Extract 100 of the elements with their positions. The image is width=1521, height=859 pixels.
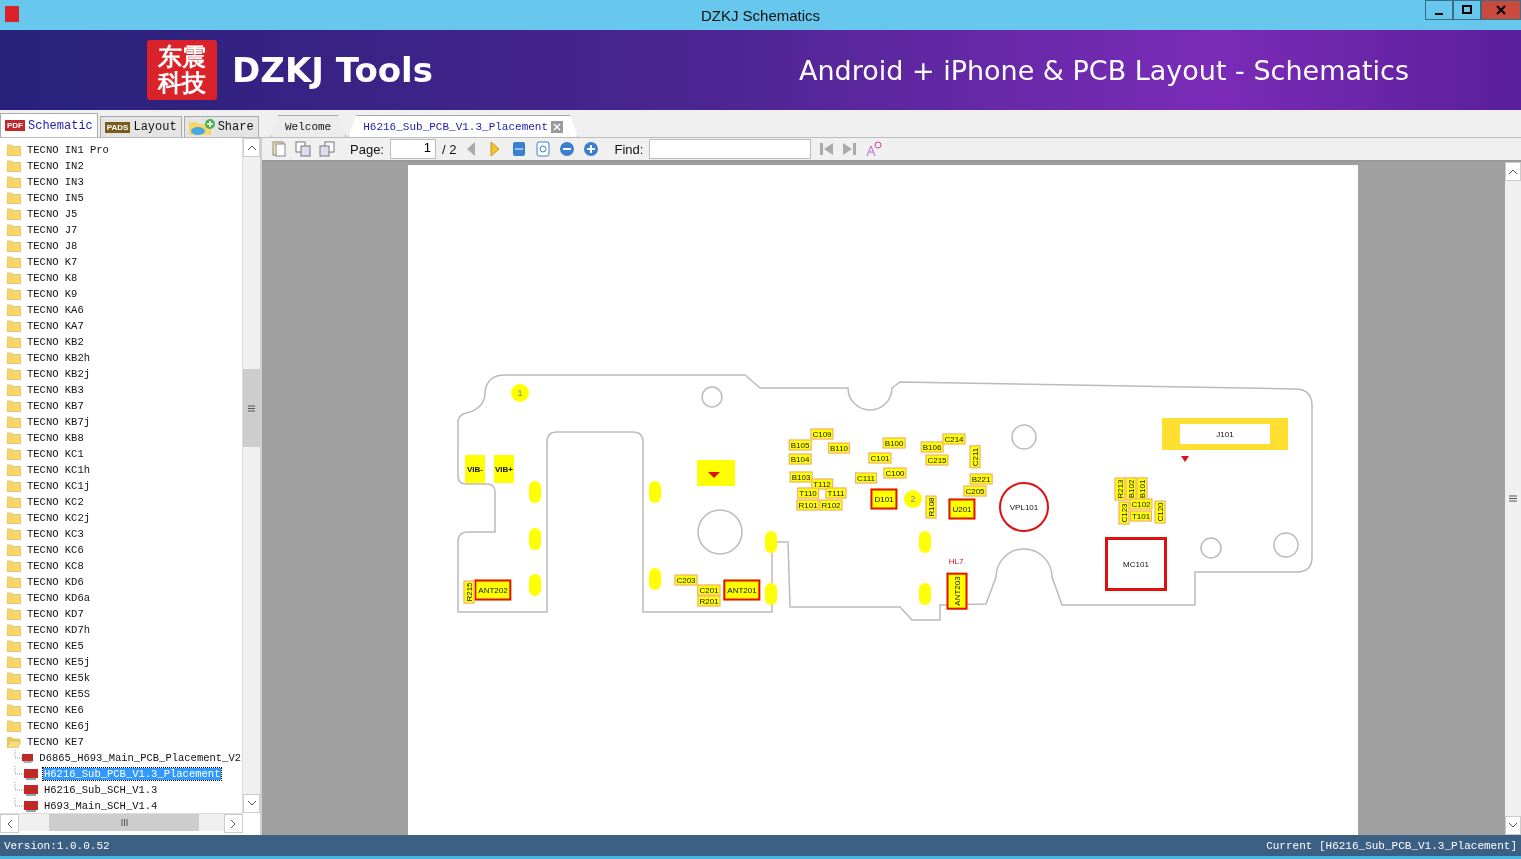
page-label: Page: bbox=[350, 141, 384, 157]
tree-item[interactable]: TECNO KA6 bbox=[26, 304, 85, 316]
grip-icon[interactable] bbox=[248, 404, 255, 412]
chevron-right-icon[interactable] bbox=[231, 819, 236, 828]
tree-item[interactable]: TECNO IN1 Pro bbox=[26, 144, 110, 156]
zoom-in-icon[interactable] bbox=[582, 140, 601, 158]
component-pad: C100 bbox=[883, 467, 907, 479]
grip-icon[interactable] bbox=[120, 819, 128, 826]
close-tab-icon[interactable] bbox=[551, 120, 564, 133]
font-size-icon[interactable] bbox=[865, 140, 884, 158]
tree-item[interactable]: TECNO KC2j bbox=[26, 512, 91, 524]
document-tab[interactable]: H6216_Sub_PCB_V1.3_Placement bbox=[348, 115, 579, 137]
tree-item[interactable]: TECNO K9 bbox=[26, 288, 79, 300]
tree-item[interactable]: TECNO KD6a bbox=[26, 592, 91, 604]
component-footprint: D101 bbox=[870, 488, 898, 510]
tree-line bbox=[14, 782, 24, 791]
component-pad: C205 bbox=[963, 485, 987, 497]
tree-item[interactable]: TECNO J7 bbox=[26, 224, 79, 236]
tree-item[interactable]: TECNO KC2 bbox=[26, 496, 85, 508]
document-tab[interactable]: Welcome bbox=[270, 115, 347, 137]
tree-item[interactable]: TECNO IN5 bbox=[26, 192, 85, 204]
tree-item[interactable]: TECNO KD7h bbox=[26, 624, 91, 636]
copy-icon[interactable] bbox=[294, 140, 312, 158]
component-pad: B221 bbox=[969, 473, 993, 485]
tree-item[interactable]: TECNO KB3 bbox=[26, 384, 85, 396]
minimize-icon bbox=[1435, 13, 1443, 15]
tree-item[interactable]: TECNO KE5 bbox=[26, 640, 85, 652]
pdf-file-icon bbox=[24, 800, 38, 812]
minimize-button[interactable] bbox=[1425, 0, 1453, 20]
tree-item[interactable]: TECNO KB2 bbox=[26, 336, 85, 348]
copy-icon[interactable] bbox=[318, 140, 336, 158]
page-field[interactable]: 1 bbox=[390, 139, 436, 159]
app-icon bbox=[5, 6, 19, 22]
component-pad: B103 bbox=[789, 471, 813, 483]
scrollbar[interactable] bbox=[1505, 162, 1521, 835]
component-pad: C101 bbox=[868, 452, 892, 464]
close-icon bbox=[1496, 5, 1506, 15]
scrollbar[interactable] bbox=[242, 138, 260, 813]
tagline: Android + iPhone & PCB Layout - Schematics bbox=[798, 54, 1409, 86]
fit-page-icon[interactable] bbox=[534, 140, 553, 158]
logo-text: 科技 bbox=[158, 70, 206, 96]
component-pad: R101 bbox=[796, 499, 820, 511]
tree-item[interactable]: TECNO KC1 bbox=[26, 448, 85, 460]
component-footprint: ANT203 bbox=[946, 572, 968, 610]
tree-item[interactable]: TECNO KB2j bbox=[26, 368, 91, 380]
chevron-left-icon[interactable] bbox=[7, 819, 12, 828]
tree-item[interactable]: TECNO KB7 bbox=[26, 400, 85, 412]
find-field[interactable] bbox=[649, 139, 812, 159]
solder-pad: VIB+ bbox=[494, 455, 514, 483]
tree-item[interactable]: TECNO KC3 bbox=[26, 528, 85, 540]
tree-line bbox=[14, 750, 23, 759]
component-pad: R213 bbox=[1114, 477, 1126, 501]
horizontal-scrollbar[interactable] bbox=[0, 813, 243, 831]
grip-icon[interactable] bbox=[1509, 495, 1517, 502]
tree-item[interactable]: TECNO J8 bbox=[26, 240, 79, 252]
tree-item[interactable]: D6865_H693_Main_PCB_Placement_V2 bbox=[38, 752, 242, 764]
tree-item[interactable]: TECNO KC1j bbox=[26, 480, 91, 492]
panel-tab[interactable]: PADS Layout bbox=[99, 116, 182, 137]
tree-item[interactable]: TECNO KD6 bbox=[26, 576, 85, 588]
tree-item[interactable]: TECNO KC1h bbox=[26, 464, 91, 476]
tree-item[interactable]: TECNO KE6 bbox=[26, 704, 85, 716]
chevron-down-icon[interactable] bbox=[1509, 823, 1517, 828]
zoom-out-icon[interactable] bbox=[558, 140, 577, 158]
tree-item[interactable]: TECNO KC6 bbox=[26, 544, 85, 556]
ring-outline: VPL101 bbox=[999, 482, 1049, 532]
tree-item[interactable]: TECNO KE5j bbox=[26, 656, 91, 668]
tree-item[interactable]: TECNO KA7 bbox=[26, 320, 85, 332]
tree-item[interactable]: H6216_Sub_SCH_V1.3 bbox=[43, 784, 159, 796]
component-pad: T110 bbox=[797, 487, 819, 499]
tree-item[interactable]: TECNO IN3 bbox=[26, 176, 85, 188]
component-pad: C214 bbox=[942, 433, 966, 445]
tree-item[interactable]: TECNO KB7j bbox=[26, 416, 91, 428]
component-pad: B105 bbox=[788, 439, 812, 451]
component-pad: T111 bbox=[825, 487, 847, 499]
chevron-up-icon[interactable] bbox=[247, 145, 256, 150]
chevron-down-icon[interactable] bbox=[247, 801, 256, 806]
panel-tab[interactable]: PDF Schematic bbox=[0, 113, 98, 137]
tree-item[interactable]: TECNO K7 bbox=[26, 256, 79, 268]
tree-item[interactable]: TECNO KB2h bbox=[26, 352, 91, 364]
tree-item[interactable]: TECNO KE5k bbox=[26, 672, 91, 684]
tree-item[interactable]: TECNO KE5S bbox=[26, 688, 91, 700]
tree-item[interactable]: TECNO J5 bbox=[26, 208, 79, 220]
panel-tab[interactable]: Share bbox=[183, 116, 259, 137]
pdf-file-icon bbox=[22, 752, 34, 764]
pdf-file-icon bbox=[24, 768, 38, 780]
maximize-button[interactable] bbox=[1453, 0, 1481, 20]
tree-item[interactable]: H693_Main_SCH_V1.4 bbox=[43, 800, 159, 812]
microphone-footprint: MC101 bbox=[1105, 537, 1167, 591]
tree-item[interactable]: TECNO KE6j bbox=[26, 720, 91, 732]
tree-item[interactable]: TECNO K8 bbox=[26, 272, 79, 284]
chevron-up-icon[interactable] bbox=[1509, 169, 1517, 174]
component-pad: T101 bbox=[1129, 510, 1153, 522]
tree-item[interactable]: TECNO KB8 bbox=[26, 432, 85, 444]
tree-item[interactable]: TECNO KC8 bbox=[26, 560, 85, 572]
tree-item[interactable]: TECNO IN2 bbox=[26, 160, 85, 172]
tree-item[interactable]: TECNO KE7 bbox=[26, 736, 85, 748]
tree-item[interactable]: TECNO KD7 bbox=[26, 608, 85, 620]
close-button[interactable] bbox=[1481, 0, 1521, 20]
component-pad: B104 bbox=[788, 453, 812, 465]
document-icon[interactable] bbox=[270, 140, 288, 158]
